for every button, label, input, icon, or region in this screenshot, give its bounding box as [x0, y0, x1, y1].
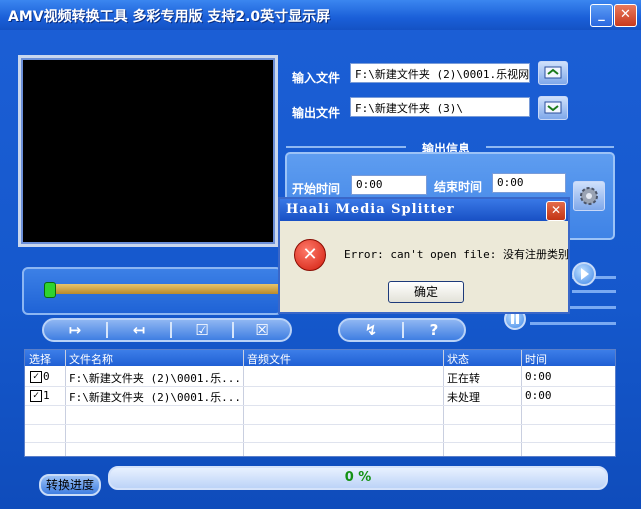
panel-divider-left [286, 146, 406, 148]
row-divider [25, 405, 615, 406]
input-file-label: 输入文件 [292, 71, 341, 85]
play-icon [581, 268, 589, 280]
start-time-label: 开始时间 [292, 182, 341, 196]
table-row[interactable]: ✓ 0 F:\新建文件夹 (2)\0001.乐... 正在转 0:00 [25, 368, 615, 386]
row-index: 1 [43, 389, 50, 402]
column-audio-file[interactable]: 音频文件 [247, 351, 291, 367]
select-all-button[interactable]: ☑ [172, 320, 232, 340]
play-button[interactable] [572, 262, 596, 286]
deselect-all-button[interactable]: ☒ [234, 320, 290, 340]
output-file-field[interactable]: F:\新建文件夹 (3)\ [350, 97, 530, 117]
window-title: AMV视频转换工具 多彩专用版 支持2.0英寸显示屏 [8, 9, 331, 25]
end-time-field[interactable]: 0:00 [492, 173, 566, 193]
row-divider [25, 442, 615, 443]
row-time: 0:00 [525, 389, 552, 402]
input-file-field[interactable]: F:\新建文件夹 (2)\0001.乐视网· [350, 63, 530, 83]
open-input-icon [544, 66, 562, 79]
progress-percent: 0 % [344, 470, 372, 485]
dialog-close-button[interactable]: ✕ [546, 201, 566, 221]
timeline-knob[interactable] [44, 282, 56, 298]
minimize-button[interactable]: _ [590, 4, 613, 27]
table-header: 选择 文件名称 音频文件 状态 时间 [25, 350, 615, 366]
row-status: 正在转 [447, 372, 480, 385]
progress-bar: 0 % [108, 466, 608, 490]
column-file-name[interactable]: 文件名称 [69, 351, 113, 367]
row-status: 未处理 [447, 391, 480, 404]
action-button-bar: ↯ ? [338, 318, 466, 342]
column-status[interactable]: 状态 [447, 351, 469, 367]
timeline-track[interactable] [48, 284, 280, 294]
side-line-2 [572, 290, 616, 293]
side-line-4 [530, 322, 616, 325]
mark-out-button[interactable]: ↤ [108, 320, 170, 340]
column-time[interactable]: 时间 [525, 351, 547, 367]
main-window: AMV视频转换工具 多彩专用版 支持2.0英寸显示屏 _ ✕ 输入文件 F:\新… [0, 0, 641, 509]
error-icon: ✕ [294, 239, 326, 271]
error-message: Error: can't open file: 没有注册类别 [344, 248, 569, 261]
open-input-button[interactable] [538, 61, 568, 85]
title-bar: AMV视频转换工具 多彩专用版 支持2.0英寸显示屏 _ ✕ [0, 0, 641, 30]
close-button[interactable]: ✕ [614, 4, 637, 27]
dialog-title: Haali Media Splitter [286, 202, 455, 217]
file-table: 选择 文件名称 音频文件 状态 时间 ✓ 0 F:\新建文件夹 (2)\0001… [24, 349, 616, 457]
convert-progress-button[interactable]: 转换进度 [39, 474, 101, 496]
column-select[interactable]: 选择 [29, 351, 51, 367]
start-time-field[interactable]: 0:00 [351, 175, 427, 195]
row-file-name: F:\新建文件夹 (2)\0001.乐... [69, 372, 241, 385]
settings-button[interactable] [573, 181, 605, 211]
table-row[interactable]: ✓ 1 F:\新建文件夹 (2)\0001.乐... 未处理 0:00 [25, 387, 615, 405]
video-preview [18, 55, 278, 247]
panel-divider-right [486, 146, 614, 148]
row-checkbox[interactable]: ✓ [30, 390, 42, 402]
open-output-icon [544, 101, 562, 114]
end-time-label: 结束时间 [434, 180, 483, 194]
ok-button[interactable]: 确定 [388, 281, 464, 303]
row-index: 0 [43, 370, 50, 383]
help-button[interactable]: ? [404, 320, 464, 340]
row-checkbox[interactable]: ✓ [30, 371, 42, 383]
mark-in-button[interactable]: ↦ [44, 320, 106, 340]
error-dialog: Haali Media Splitter ✕ ✕ Error: can't op… [278, 197, 570, 314]
edit-button-bar: ↦ ↤ ☑ ☒ [42, 318, 292, 342]
open-output-button[interactable] [538, 96, 568, 120]
row-file-name: F:\新建文件夹 (2)\0001.乐... [69, 391, 241, 404]
row-divider [25, 424, 615, 425]
row-time: 0:00 [525, 370, 552, 383]
output-file-label: 输出文件 [292, 106, 341, 120]
dialog-title-bar: Haali Media Splitter ✕ [280, 199, 568, 221]
settings-gear-icon [580, 187, 598, 205]
convert-button[interactable]: ↯ [340, 320, 402, 340]
